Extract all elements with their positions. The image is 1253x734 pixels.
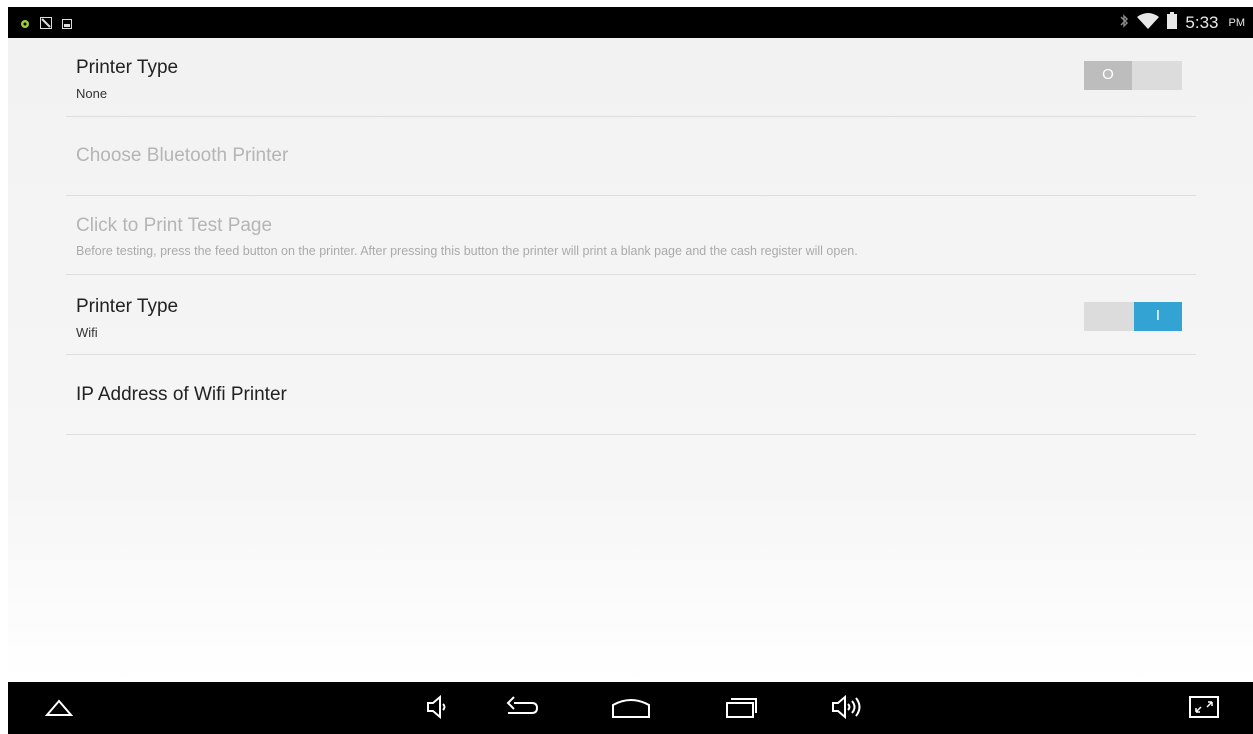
setting-print-test-page: Click to Print Test Page Before testing,… — [66, 196, 1196, 275]
volume-up-icon[interactable] — [831, 693, 867, 726]
home-icon[interactable] — [611, 693, 651, 726]
android-debug-icon — [20, 16, 30, 34]
setting-summary: Wifi — [76, 325, 98, 340]
settings-list: Printer Type None O Choose Bluetooth Pri… — [8, 38, 1253, 682]
setting-summary: Before testing, press the feed button on… — [76, 244, 858, 258]
navigation-bar — [8, 682, 1253, 734]
setting-title: IP Address of Wifi Printer — [76, 384, 287, 405]
setting-printer-type-none[interactable]: Printer Type None O — [66, 38, 1196, 117]
setting-title: Choose Bluetooth Printer — [76, 145, 289, 166]
clock-ampm: PM — [1228, 17, 1246, 29]
toggle-glyph: O — [1102, 66, 1114, 83]
toggle-thumb: O — [1084, 61, 1132, 90]
notification-icons — [20, 16, 72, 34]
bluetooth-icon — [1119, 13, 1129, 34]
setting-title: Printer Type — [76, 296, 179, 317]
setting-printer-type-wifi[interactable]: Printer Type Wifi I — [66, 275, 1196, 355]
setting-summary: None — [76, 86, 108, 101]
notification-icon — [40, 16, 52, 34]
fullscreen-icon[interactable] — [1188, 693, 1220, 726]
hide-bar-icon[interactable] — [44, 693, 74, 726]
image-icon — [62, 16, 72, 34]
status-bar: 5:33 PM — [8, 7, 1253, 38]
clock-time: 5:33 — [1185, 13, 1219, 32]
setting-title: Printer Type — [76, 57, 179, 78]
printer-type-toggle-on[interactable]: I — [1084, 302, 1182, 331]
volume-down-icon[interactable] — [426, 693, 450, 726]
setting-choose-bluetooth-printer: Choose Bluetooth Printer — [66, 117, 1196, 196]
window-frame — [0, 0, 1253, 7]
status-icons: 5:33 PM — [1119, 12, 1245, 34]
toggle-glyph: I — [1155, 307, 1161, 324]
battery-icon — [1167, 12, 1178, 34]
recent-apps-icon[interactable] — [724, 693, 758, 726]
back-icon[interactable] — [504, 693, 540, 726]
setting-ip-address-wifi-printer[interactable]: IP Address of Wifi Printer — [66, 355, 1196, 435]
wifi-icon — [1137, 12, 1160, 34]
setting-title: Click to Print Test Page — [76, 215, 273, 236]
toggle-thumb: I — [1134, 302, 1182, 331]
printer-type-toggle-off[interactable]: O — [1084, 61, 1182, 90]
